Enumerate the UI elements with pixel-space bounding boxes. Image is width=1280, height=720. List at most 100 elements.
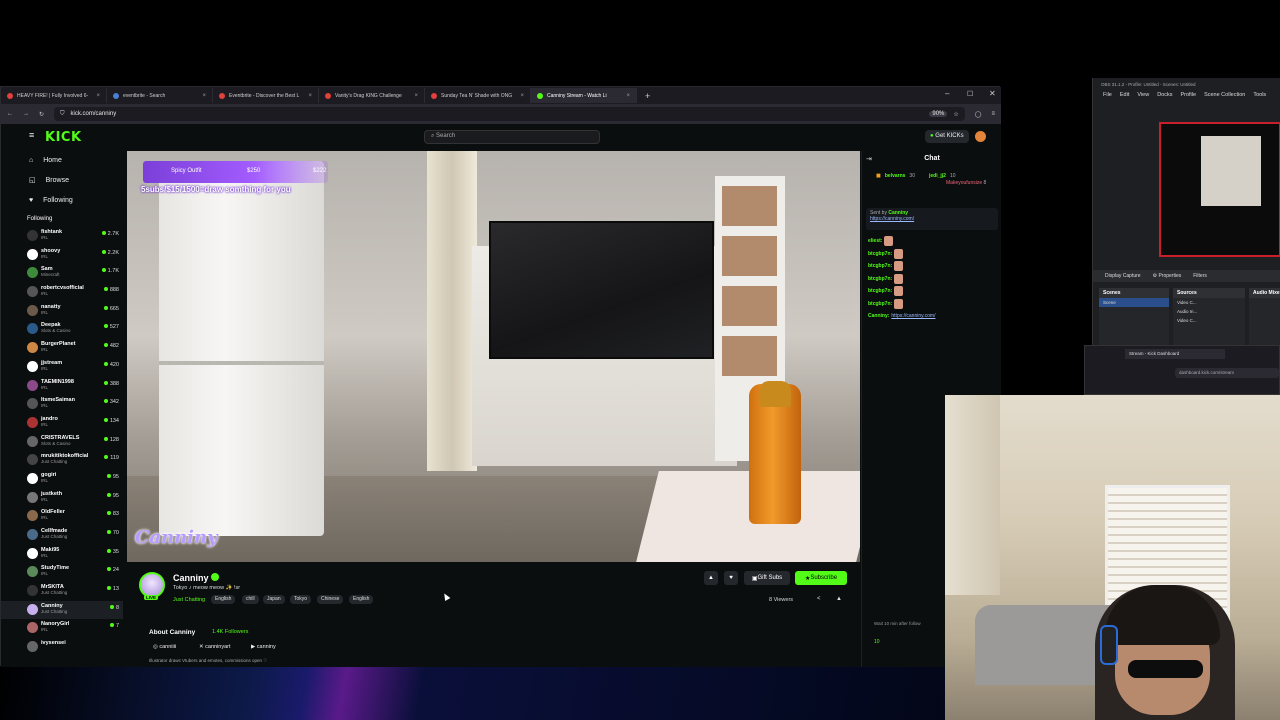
following-item[interactable]: nanatty IRL 665	[1, 302, 123, 321]
dashboard-url[interactable]: dashboard.kick.com/stream	[1175, 368, 1279, 378]
kicks-balance[interactable]: 10	[874, 639, 880, 645]
bookmark-star-icon[interactable]: ☆	[953, 111, 958, 118]
close-tab-icon[interactable]: ×	[520, 93, 524, 99]
subscribe-button[interactable]: ★ Subscribe	[795, 571, 847, 585]
streamer-name[interactable]: Canniny	[173, 573, 209, 583]
reload-icon[interactable]: ↻	[39, 111, 44, 118]
tab-5[interactable]: Canniny Stream - Watch Li ×	[531, 88, 637, 103]
pinned-link[interactable]: https://canniny.com/	[870, 216, 914, 222]
following-item[interactable]: mrukitiktokofficial Just Chatting 119	[1, 451, 123, 470]
obs-source-item[interactable]: Video C...	[1173, 316, 1245, 325]
close-tab-icon[interactable]: ×	[414, 93, 418, 99]
chat-username[interactable]: btcgbp7n:	[868, 263, 892, 269]
chat-username[interactable]: btcgbp7n:	[868, 288, 892, 294]
get-kicks-button[interactable]: ● Get KICKs	[925, 130, 969, 143]
nav-browse[interactable]: ◱ Browse	[1, 170, 123, 190]
chat-link[interactable]: https://canniny.com/	[891, 313, 935, 319]
following-item[interactable]: shoovy IRL 2.2K	[1, 246, 123, 265]
back-icon[interactable]: ←	[7, 111, 13, 117]
following-item[interactable]: TAEMIN1998 IRL 388	[1, 377, 123, 396]
stream-tag[interactable]: Chinese	[317, 595, 344, 604]
user-avatar[interactable]	[975, 131, 986, 142]
zoom-level[interactable]: 90%	[929, 111, 948, 117]
x-link[interactable]: ✕ canninyart	[199, 644, 231, 650]
close-tab-icon[interactable]: ×	[202, 93, 206, 99]
following-item[interactable]: gogiri IRL 95	[1, 470, 123, 489]
video-player[interactable]: Spicy Outfit $250 $222 5subs/$15/1500=dr…	[127, 151, 860, 562]
close-tab-icon[interactable]: ×	[308, 93, 312, 99]
chat-username[interactable]: btcgbp7n:	[868, 251, 892, 257]
stream-tag[interactable]: Japan	[263, 595, 285, 604]
search-input[interactable]: ⌕ Search	[424, 130, 600, 144]
notifications-button[interactable]: ▲	[704, 571, 718, 585]
following-item[interactable]: justketh IRL 95	[1, 489, 123, 508]
nav-following[interactable]: ♥ Following	[1, 190, 123, 210]
following-item[interactable]: OldFeller IRL 83	[1, 507, 123, 526]
tab-3[interactable]: Vanity's Drag KING Challenge ×	[319, 88, 425, 103]
obs-menu-item[interactable]: Profile	[1180, 92, 1196, 104]
obs-menu-item[interactable]: View	[1137, 92, 1149, 104]
nav-home[interactable]: ⌂ Home	[1, 150, 123, 170]
following-item[interactable]: BurgerPlanet IRL 482	[1, 339, 123, 358]
following-item[interactable]: robertcvsofficial IRL 888	[1, 283, 123, 302]
pinned-message[interactable]: Sent by Canniny https://canniny.com/	[866, 208, 998, 230]
following-item[interactable]: Maki95 IRL 35	[1, 545, 123, 564]
obs-menu-item[interactable]: File	[1103, 92, 1112, 104]
following-item[interactable]: CRISTRAVELS Slots & Casino 128	[1, 433, 123, 452]
following-item[interactable]: Deepak Slots & Casino 527	[1, 320, 123, 339]
obs-source-item[interactable]: Video C...	[1173, 298, 1245, 307]
obs-scene-item[interactable]: Scene	[1099, 298, 1169, 307]
share-icon[interactable]: <	[817, 596, 821, 602]
tab-1[interactable]: eventbrite - Search ×	[107, 88, 213, 103]
tab-2[interactable]: Eventbrite - Discover the Best L ×	[213, 88, 319, 103]
chat-username[interactable]: btcgbp7n:	[868, 276, 892, 282]
report-icon[interactable]: ▲	[836, 596, 842, 602]
following-item[interactable]: Cellfmade Just Chatting 70	[1, 526, 123, 545]
stream-tag[interactable]: English	[349, 595, 374, 604]
stream-tag[interactable]: chill	[242, 595, 259, 604]
account-icon[interactable]: ◯	[975, 111, 982, 118]
obs-menu-item[interactable]: Edit	[1120, 92, 1129, 104]
following-item[interactable]: MrSKITA Just Chatting 13	[1, 582, 123, 601]
tab-4[interactable]: Sunday Tea N' Shade with ONG ×	[425, 88, 531, 103]
following-item[interactable]: fishtank IRL 2.7K	[1, 227, 123, 246]
url-bar[interactable]: ⛉ kick.com/canniny 90% ☆	[54, 107, 965, 121]
hamburger-icon[interactable]: ≡	[29, 130, 34, 140]
dashboard-tab[interactable]: Stream - Kick Dashboard	[1125, 349, 1225, 359]
obs-properties-button[interactable]: ⚙ Properties	[1153, 273, 1182, 279]
instagram-link[interactable]: ◎ canniiii	[153, 644, 176, 650]
gift-subs-button[interactable]: ▣ Gift Subs	[744, 571, 790, 585]
following-item[interactable]: Sam Minecraft 1.7K	[1, 264, 123, 283]
forward-icon[interactable]: →	[23, 111, 29, 117]
obs-menu-item[interactable]: Docks	[1157, 92, 1172, 104]
kick-logo[interactable]: KICK	[45, 130, 82, 145]
following-item[interactable]: Canniny Just Chatting 8	[1, 600, 123, 620]
following-item[interactable]: jjstream IRL 420	[1, 358, 123, 377]
minimize-icon[interactable]: –	[945, 89, 949, 98]
obs-filters-button[interactable]: Filters	[1193, 273, 1207, 279]
stream-tag[interactable]: English	[211, 595, 236, 604]
stream-category[interactable]: Just Chatting	[173, 597, 205, 603]
new-tab-icon[interactable]: +	[645, 91, 650, 101]
chat-username[interactable]: Canniny:	[868, 313, 889, 319]
obs-source-item[interactable]: Audio In...	[1173, 307, 1245, 316]
close-tab-icon[interactable]: ×	[96, 93, 100, 99]
menu-icon[interactable]: ≡	[991, 111, 995, 117]
obs-preview[interactable]	[1159, 122, 1280, 257]
tab-0[interactable]: HEAVY FIRE! | Fully Involved 6- ×	[1, 88, 107, 103]
following-item[interactable]: jandro IRL 134	[1, 414, 123, 433]
following-item[interactable]: ItsmeSaiman IRL 342	[1, 395, 123, 414]
follow-button[interactable]: ♥	[724, 571, 738, 585]
following-item[interactable]: ivysensei	[1, 638, 123, 657]
chat-username[interactable]: btcgbp7n:	[868, 301, 892, 307]
chat-username[interactable]: eliest:	[868, 238, 882, 244]
maximize-icon[interactable]: ☐	[967, 90, 973, 98]
obs-menu-item[interactable]: Tools	[1253, 92, 1266, 104]
youtube-link[interactable]: ▶ canniny	[251, 644, 276, 650]
close-window-icon[interactable]: ✕	[989, 89, 996, 98]
following-item[interactable]: StudyTime IRL 24	[1, 563, 123, 582]
stream-tag[interactable]: Tokyo	[290, 595, 312, 604]
following-item[interactable]: NanoryGirl IRL 7	[1, 619, 123, 638]
close-tab-icon[interactable]: ×	[626, 93, 630, 99]
obs-menu-item[interactable]: Scene Collection	[1204, 92, 1245, 104]
